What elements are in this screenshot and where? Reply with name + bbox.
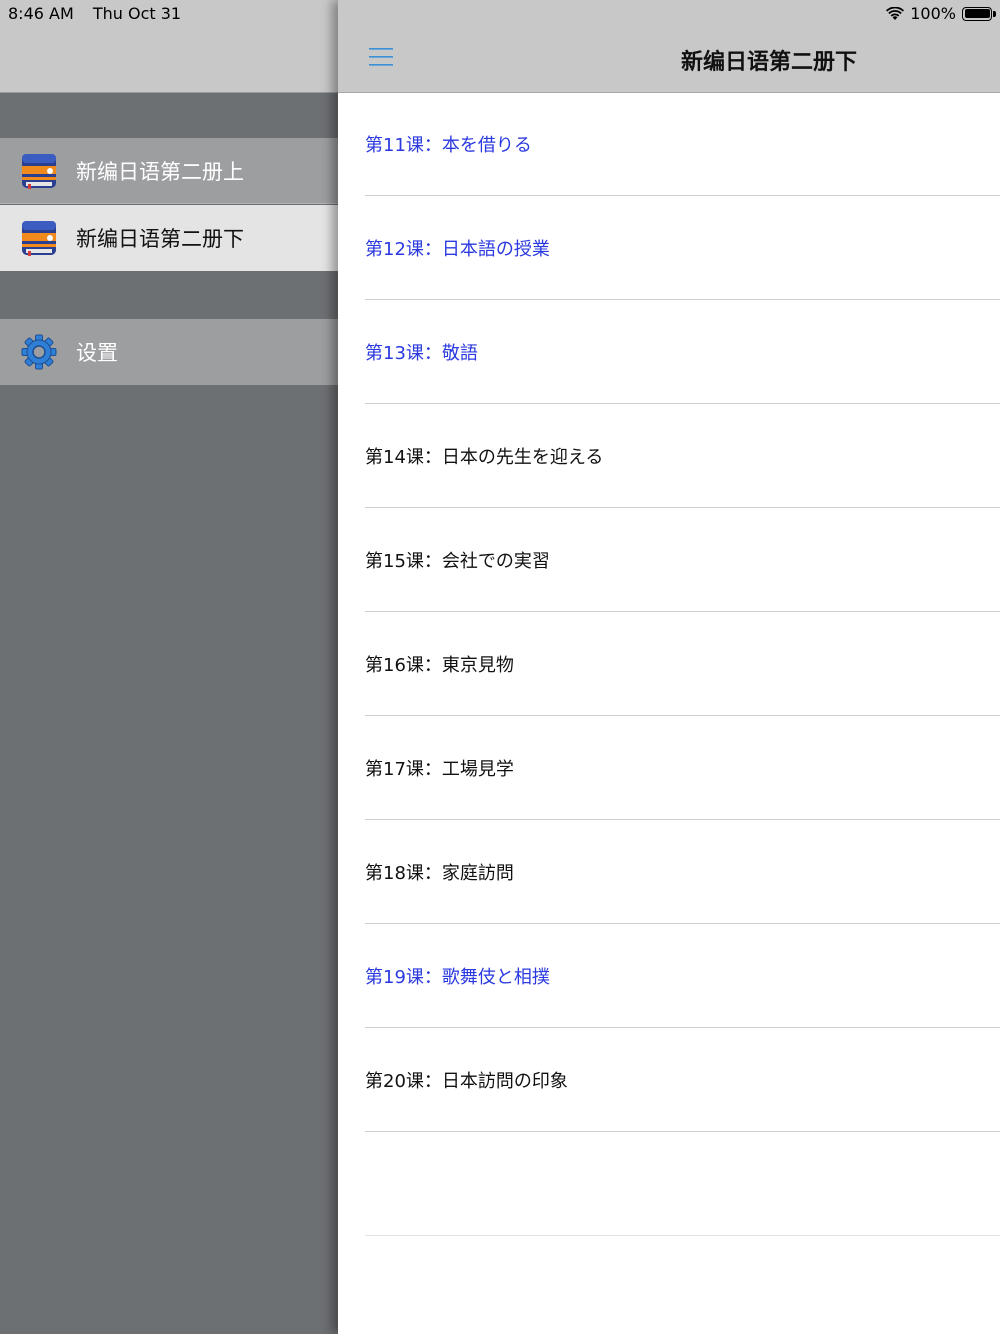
lesson-row-17[interactable]: 第17课：工場見学: [365, 716, 1000, 820]
sidebar: 新编日语第二册上 新编日语第二册下 设置: [0, 0, 338, 1334]
sidebar-item-label: 设置: [76, 341, 118, 365]
main-panel: 新编日语第二册下 第11课：本を借りる 第12课：日本語の授業 第13课：敬語 …: [338, 0, 1000, 1334]
lesson-row-15[interactable]: 第15课：会社での実習: [365, 508, 1000, 612]
battery-icon: [962, 6, 996, 21]
lesson-row-12[interactable]: 第12课：日本語の授業: [365, 196, 1000, 300]
status-time: 8:46 AM: [8, 4, 74, 23]
sidebar-item-book-volume-2-lower[interactable]: 新编日语第二册下: [0, 205, 338, 271]
lesson-row-16[interactable]: 第16课：東京見物: [365, 612, 1000, 716]
wifi-icon: [886, 6, 905, 20]
page-title: 新编日语第二册下: [680, 50, 857, 75]
lesson-list: 第11课：本を借りる 第12课：日本語の授業 第13课：敬語 第14课：日本の先…: [338, 92, 1000, 1236]
hamburger-menu-icon[interactable]: [368, 46, 394, 68]
status-bar-left: 8:46 AM Thu Oct 31: [8, 4, 181, 23]
empty-row: [365, 1132, 1000, 1236]
battery-percentage: 100%: [910, 4, 956, 23]
status-date: Thu Oct 31: [92, 4, 182, 23]
lesson-row-11[interactable]: 第11课：本を借りる: [365, 92, 1000, 196]
status-bar-right: 100%: [886, 4, 996, 23]
lesson-row-20[interactable]: 第20课：日本訪問の印象: [365, 1028, 1000, 1132]
sidebar-item-label: 新编日语第二册上: [76, 159, 244, 184]
sidebar-item-label: 新编日语第二册下: [76, 227, 244, 251]
lesson-row-14[interactable]: 第14课：日本の先生を迎える: [365, 404, 1000, 508]
lesson-row-18[interactable]: 第18课：家庭訪問: [365, 820, 1000, 924]
screen: 新编日语第二册上 新编日语第二册下 设置 新编日语第二册下 第11课：本を借りる…: [0, 0, 1000, 1334]
book-icon: [22, 221, 56, 256]
battery-fill: [964, 9, 990, 18]
lesson-row-19[interactable]: 第19课：歌舞伎と相撲: [365, 924, 1000, 1028]
sidebar-item-settings[interactable]: 设置: [0, 319, 338, 385]
lesson-row-13[interactable]: 第13课：敬語: [365, 300, 1000, 404]
sidebar-item-book-volume-2-upper[interactable]: 新编日语第二册上: [0, 138, 338, 204]
gear-icon: [21, 334, 57, 370]
book-icon: [22, 153, 56, 189]
